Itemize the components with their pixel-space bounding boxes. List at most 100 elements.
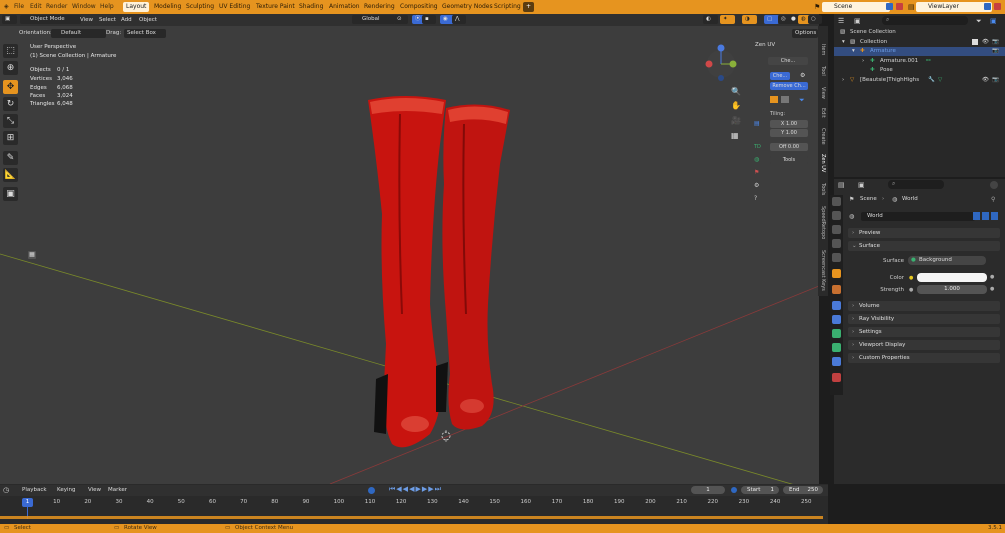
menu-render[interactable]: Render xyxy=(46,3,67,10)
tab-screencast-keys[interactable]: Screencast Keys xyxy=(820,250,826,291)
xray-toggle-icon[interactable]: ▢ xyxy=(764,15,779,24)
keyframe-dot-icon[interactable]: ● xyxy=(990,274,994,280)
properties-search-input[interactable]: ⌕ xyxy=(888,180,944,189)
tab-create[interactable]: Create xyxy=(820,128,826,145)
falloff-icon[interactable]: ⋀ xyxy=(452,15,466,24)
zen-uv-settings-icon[interactable]: ⚙ xyxy=(754,182,759,189)
breadcrumb-world[interactable]: World xyxy=(902,196,918,202)
pan-hand-icon[interactable]: ✋ xyxy=(731,101,741,110)
playback-menu[interactable]: Playback xyxy=(22,487,47,493)
object-menu[interactable]: Object xyxy=(139,16,157,25)
expand-arrow-icon[interactable]: › xyxy=(862,57,864,66)
zen-uv-grid-icon[interactable]: ▤ xyxy=(754,120,760,127)
outliner-search-input[interactable]: ⌕ xyxy=(882,16,968,25)
panel-custom-properties[interactable]: › Custom Properties xyxy=(848,353,1000,363)
menu-help[interactable]: Help xyxy=(100,3,114,10)
snap-target-icon[interactable]: ▪ xyxy=(422,15,436,24)
record-icon[interactable] xyxy=(368,487,375,494)
world-name-field[interactable]: World xyxy=(861,212,975,221)
scale-tool-icon[interactable]: ⤡ xyxy=(3,114,18,128)
visibility-icon[interactable]: ◐ xyxy=(703,15,718,24)
menu-file[interactable]: File xyxy=(14,3,24,10)
playback-controls[interactable]: ⏮◀◀◀▶▶▶⏭ xyxy=(389,485,442,494)
overlay-toggle-icon[interactable]: ◑ xyxy=(742,15,757,24)
zoom-icon[interactable]: 🔍 xyxy=(731,87,741,96)
tab-compositing[interactable]: Compositing xyxy=(397,2,441,12)
menu-edit[interactable]: Edit xyxy=(30,3,42,10)
panel-surface[interactable]: ⌄ Surface xyxy=(848,241,1000,251)
offset-field[interactable]: Off 0.00 xyxy=(770,143,808,151)
panel-settings[interactable]: › Settings xyxy=(848,327,1000,337)
texture-props-icon[interactable] xyxy=(832,373,841,382)
panel-volume[interactable]: › Volume xyxy=(848,301,1000,311)
image-icon[interactable] xyxy=(781,96,789,103)
add-cube-tool-icon[interactable]: ▣ xyxy=(3,187,18,201)
eye-icon[interactable]: 👁 xyxy=(982,76,989,85)
tab-sculpting[interactable]: Sculpting xyxy=(183,2,217,12)
data-props-icon[interactable] xyxy=(832,357,841,366)
fake-user-icon[interactable] xyxy=(973,212,980,220)
view-layer-selector[interactable]: ViewLayer xyxy=(916,2,992,12)
tab-tools[interactable]: Tools xyxy=(820,183,826,195)
camera-icon[interactable]: 📷 xyxy=(992,76,999,85)
world-props-icon[interactable] xyxy=(832,269,841,278)
rotate-tool-icon[interactable]: ↻ xyxy=(3,97,18,111)
tab-zen-uv[interactable]: Zen UV xyxy=(820,154,826,172)
rendered-shading-icon[interactable]: ○ xyxy=(808,15,822,24)
add-menu[interactable]: Add xyxy=(121,16,132,25)
camera-icon[interactable]: 📷 xyxy=(992,47,999,56)
eye-icon[interactable]: 👁 xyxy=(982,38,989,47)
tab-speedretopo[interactable]: SpeedRetopo xyxy=(820,206,826,239)
expand-arrow-icon[interactable]: › xyxy=(842,76,844,85)
tab-animation[interactable]: Animation xyxy=(326,2,363,12)
texture-icon[interactable] xyxy=(770,96,778,103)
scene-props-icon[interactable] xyxy=(832,253,841,262)
checker-settings-icon[interactable]: ⚙ xyxy=(800,72,805,79)
add-workspace-button[interactable]: + xyxy=(523,2,535,12)
checker-button[interactable]: Che... xyxy=(768,57,808,65)
panel-ray-visibility[interactable]: › Ray Visibility xyxy=(848,314,1000,324)
new-world-icon[interactable] xyxy=(982,212,989,220)
timeline-ruler[interactable]: 0102030405060708090100110120130140150160… xyxy=(0,496,828,510)
outliner-row-scene-collection[interactable]: ▧ Scene Collection xyxy=(834,28,1005,37)
filter-icon[interactable]: ⏷ xyxy=(976,17,982,26)
view-menu[interactable]: View xyxy=(80,16,93,25)
zen-uv-globe-icon[interactable]: ◍ xyxy=(754,156,759,163)
outliner-row-armature-001[interactable]: › ✚ Armature.001 ⚯ xyxy=(834,57,1005,66)
world-browse-icon[interactable]: ◍ xyxy=(849,213,854,220)
marker-menu[interactable]: Marker xyxy=(108,487,127,493)
render-props-icon[interactable] xyxy=(832,211,841,220)
checker-toggle-button[interactable]: Che... xyxy=(770,72,790,80)
tab-shading[interactable]: Shading xyxy=(296,2,326,12)
remove-checker-button[interactable]: Remove Ch... xyxy=(770,82,808,90)
view-menu-timeline[interactable]: View xyxy=(88,487,101,493)
blender-logo-icon[interactable]: ◈ xyxy=(4,3,9,10)
cursor-tool-icon[interactable]: ⊕ xyxy=(3,61,18,75)
tab-texture-paint[interactable]: Texture Paint xyxy=(253,2,298,12)
pivot-icon[interactable]: ⊙ xyxy=(394,15,408,24)
tiling-x-field[interactable]: X 1.00 xyxy=(770,120,808,128)
outliner-row-thighhighs[interactable]: › ▽ [Beautsie]ThighHighs 🔧 ▽ 👁 📷 xyxy=(834,76,1005,85)
transform-orientation-dropdown[interactable]: Global xyxy=(352,15,395,24)
keyframe-dot-icon[interactable]: ● xyxy=(990,286,994,292)
drag-dropdown[interactable]: Select Box xyxy=(124,29,166,38)
current-frame-field[interactable]: 1 xyxy=(691,486,725,494)
panel-viewport-display[interactable]: › Viewport Display xyxy=(848,340,1000,350)
expand-arrow-icon[interactable]: ▾ xyxy=(852,47,855,56)
checkbox-icon[interactable] xyxy=(972,39,978,45)
delete-scene-icon[interactable] xyxy=(896,3,903,10)
keying-menu[interactable]: Keying xyxy=(57,487,75,493)
object-props-icon[interactable] xyxy=(832,285,841,294)
expand-arrow-icon[interactable]: ▾ xyxy=(842,38,845,47)
tools-button[interactable]: Tools xyxy=(770,156,808,164)
particles-props-icon[interactable] xyxy=(832,315,841,324)
options-circle-icon[interactable] xyxy=(990,181,998,189)
strength-field[interactable]: 1.000 xyxy=(917,285,987,294)
tab-rendering[interactable]: Rendering xyxy=(361,2,398,12)
scene-selector[interactable]: Scene xyxy=(822,2,890,12)
breadcrumb-scene[interactable]: Scene xyxy=(860,196,877,202)
tool-props-icon[interactable] xyxy=(832,197,841,206)
tab-edit[interactable]: Edit xyxy=(820,108,826,118)
object-mode-dropdown[interactable]: Object Mode xyxy=(20,15,81,24)
outliner-row-collection[interactable]: ▾ ▧ Collection 👁 📷 xyxy=(834,38,1005,47)
